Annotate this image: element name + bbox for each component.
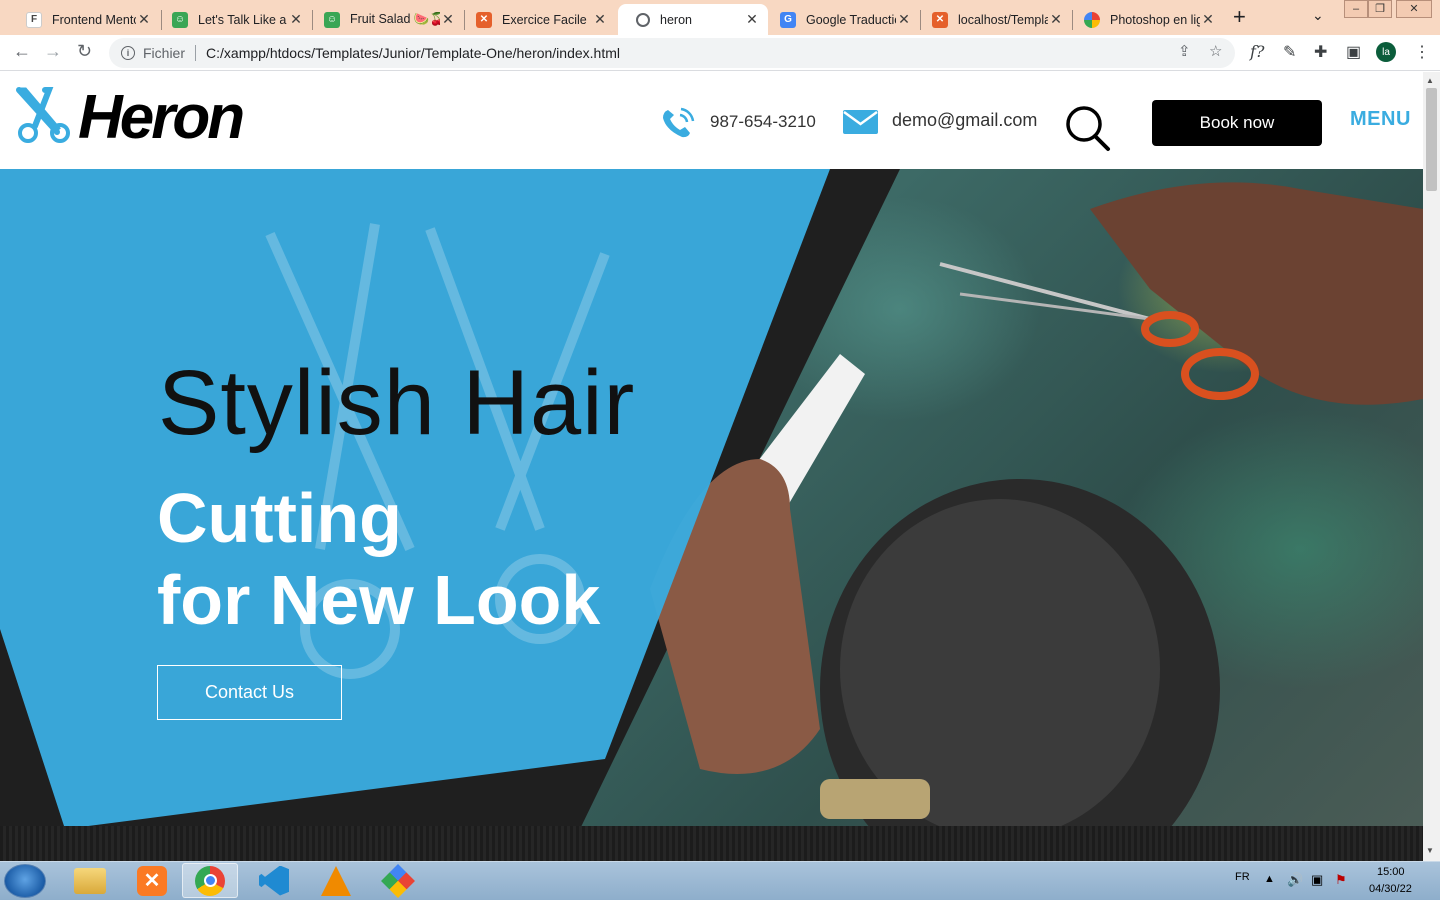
smiley-icon: ☺ — [324, 11, 340, 28]
clock-time[interactable]: 15:00 — [1377, 866, 1405, 878]
close-icon[interactable]: ✕ — [440, 11, 456, 28]
xampp-icon: ✕ — [476, 11, 492, 28]
photoshop-online-icon — [1084, 11, 1100, 28]
info-icon[interactable]: i — [121, 46, 135, 60]
share-icon[interactable]: ⇪ — [1178, 42, 1191, 60]
network-icon[interactable]: ▣ — [1311, 872, 1323, 888]
close-icon[interactable]: ✕ — [592, 11, 608, 28]
scroll-down-arrow-icon[interactable]: ▼ — [1426, 846, 1434, 855]
hero-heading-bold: Cutting for New Look — [157, 477, 717, 641]
frontend-mentor-icon: F — [26, 11, 42, 28]
address-scheme-label: Fichier — [143, 45, 186, 61]
hero-section: Stylish Hair Cutting for New Look Contac… — [0, 169, 1423, 861]
language-indicator[interactable]: FR — [1235, 871, 1250, 883]
windows-start-button[interactable] — [4, 864, 46, 898]
close-icon[interactable]: ✕ — [136, 11, 152, 28]
tab-title: Fruit Salad 🍉🍒🍓 — [350, 12, 440, 26]
tab-title: Frontend Mentor — [52, 12, 136, 27]
tab-frontend-mentor[interactable]: F Frontend Mentor ✕ — [8, 4, 160, 35]
minimize-icon[interactable]: – — [1344, 0, 1368, 18]
tab-title: Photoshop en lig — [1110, 12, 1200, 27]
book-now-button[interactable]: Book now — [1152, 100, 1322, 146]
kebab-menu-icon[interactable]: ⋮ — [1414, 42, 1430, 62]
tab-search-chevron-icon[interactable]: ⌄ — [1312, 7, 1324, 24]
globe-icon — [636, 12, 650, 27]
address-bar[interactable]: i Fichier C:/xampp/htdocs/Templates/Juni… — [109, 38, 1235, 68]
tab-google-traduction[interactable]: G Google Traduction ✕ — [762, 4, 920, 35]
envelope-icon — [843, 110, 878, 134]
file-explorer-icon[interactable] — [62, 863, 118, 898]
formula-extension-icon[interactable]: f? — [1250, 42, 1265, 61]
hero-heading-line-1: Cutting — [157, 479, 402, 557]
browser-toolbar: ← → ↻ i Fichier C:/xampp/htdocs/Template… — [0, 35, 1440, 71]
volume-icon[interactable]: 🔊 — [1287, 872, 1303, 888]
tab-title: heron — [660, 12, 692, 27]
close-icon[interactable]: ✕ — [1048, 11, 1064, 28]
close-icon[interactable]: ✕ — [288, 11, 304, 28]
tab-localhost[interactable]: ✕ localhost/Templa ✕ — [914, 4, 1072, 35]
forward-arrow-icon[interactable]: → — [44, 41, 62, 62]
reload-icon[interactable]: ↻ — [77, 41, 92, 62]
hero-heading-line-2: for New Look — [157, 561, 601, 639]
side-panel-icon[interactable]: ▣ — [1346, 42, 1361, 62]
close-window-icon[interactable]: ✕ — [1396, 0, 1432, 18]
vscode-icon[interactable] — [246, 863, 302, 898]
close-icon[interactable]: ✕ — [744, 11, 760, 28]
tab-title: Exercice Facile — [502, 12, 587, 27]
git-icon[interactable] — [370, 863, 426, 898]
smiley-icon: ☺ — [172, 11, 188, 28]
tab-heron[interactable]: heron ✕ — [618, 4, 768, 35]
tab-exercice-facile[interactable]: ✕ Exercice Facile ✕ — [458, 4, 616, 35]
phone-number[interactable]: 987-654-3210 — [710, 112, 816, 132]
scroll-up-arrow-icon[interactable]: ▲ — [1426, 76, 1434, 85]
tab-strip: F Frontend Mentor ✕ ☺ Let's Talk Like a … — [0, 0, 1440, 35]
close-icon[interactable]: ✕ — [1200, 11, 1216, 28]
contact-us-button[interactable]: Contact Us — [157, 665, 342, 720]
show-hidden-icons-icon[interactable]: ▲ — [1264, 873, 1275, 885]
tab-photoshop[interactable]: Photoshop en lig ✕ — [1066, 4, 1224, 35]
xampp-icon[interactable]: ✕ — [124, 863, 180, 898]
xampp-icon: ✕ — [932, 11, 948, 28]
tab-title: localhost/Templa — [958, 12, 1048, 27]
phone-icon — [663, 107, 695, 138]
email-address[interactable]: demo@gmail.com — [892, 110, 1037, 131]
tab-title: Google Traduction — [806, 12, 896, 27]
tab-lets-talk[interactable]: ☺ Let's Talk Like a P ✕ — [154, 4, 312, 35]
chrome-icon[interactable] — [182, 863, 238, 898]
extension-pencil-icon[interactable]: ✎ — [1283, 42, 1296, 62]
address-divider — [195, 45, 197, 61]
menu-link[interactable]: MENU — [1350, 108, 1411, 131]
scissors-logo-icon[interactable] — [15, 86, 73, 144]
tab-fruit-salad[interactable]: ☺ Fruit Salad 🍉🍒🍓 ✕ — [306, 4, 464, 35]
tab-title: Let's Talk Like a P — [198, 12, 288, 27]
google-translate-icon: G — [780, 11, 796, 28]
restore-icon[interactable]: ❐ — [1368, 0, 1392, 18]
new-tab-button[interactable]: + — [1233, 4, 1246, 30]
address-url[interactable]: C:/xampp/htdocs/Templates/Junior/Templat… — [206, 45, 620, 61]
search-icon[interactable] — [1064, 104, 1112, 152]
web-page: Heron 987-654-3210 demo@gmail.com Book n… — [0, 72, 1423, 861]
extensions-puzzle-icon[interactable]: ✚ — [1314, 42, 1327, 62]
vlc-icon[interactable] — [308, 863, 364, 898]
bookmark-star-icon[interactable]: ☆ — [1209, 42, 1222, 60]
back-arrow-icon[interactable]: ← — [13, 41, 31, 62]
hero-bottom-strip — [0, 826, 1423, 861]
clock-date[interactable]: 04/30/22 — [1369, 883, 1412, 895]
site-logo-text[interactable]: Heron — [78, 82, 245, 153]
hero-heading-light: Stylish Hair — [158, 352, 636, 454]
scrollbar-thumb[interactable] — [1426, 88, 1437, 191]
power-warning-icon[interactable]: ⚑ — [1335, 872, 1347, 888]
site-header: Heron 987-654-3210 demo@gmail.com Book n… — [0, 72, 1423, 169]
close-icon[interactable]: ✕ — [896, 11, 912, 28]
profile-avatar[interactable]: la — [1376, 42, 1396, 62]
